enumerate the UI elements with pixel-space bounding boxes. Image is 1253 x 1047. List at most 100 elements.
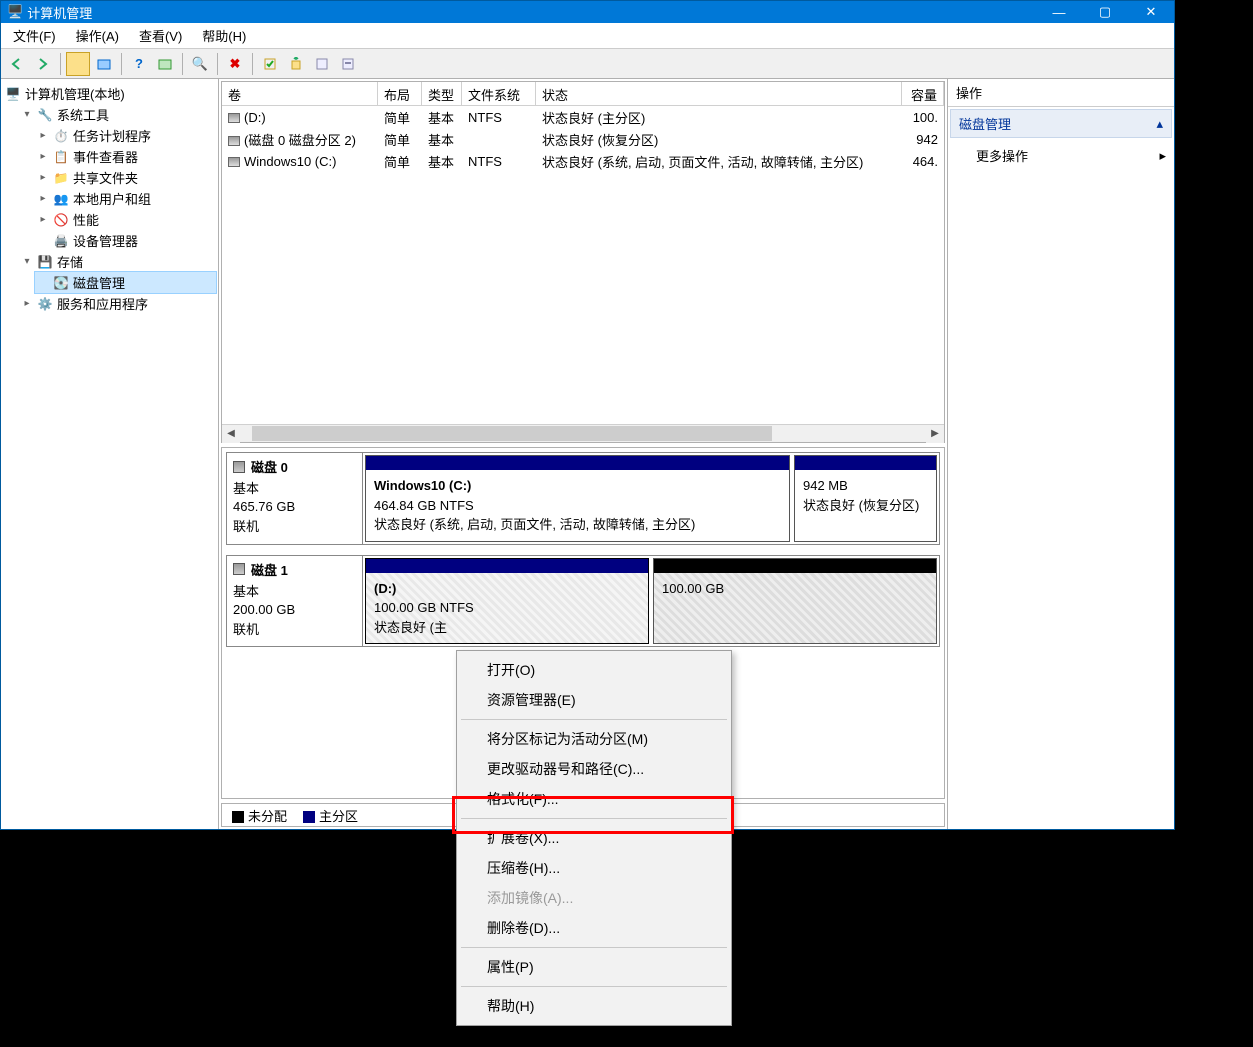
tb-icon-7[interactable] [310,52,334,76]
event-icon: 📋 [53,149,69,165]
chevron-right-icon[interactable]: ▸ [37,172,49,183]
forward-button[interactable] [31,52,55,76]
context-menu-item[interactable]: 扩展卷(X)... [459,823,729,853]
menu-help[interactable]: 帮助(H) [196,24,252,47]
h-scrollbar[interactable]: ◀ ▶ [222,424,944,442]
chevron-down-icon[interactable]: ▾ [21,109,33,120]
window-title: 计算机管理 [27,3,92,22]
context-menu-item[interactable]: 格式化(F)... [459,784,729,814]
col-layout[interactable]: 布局 [378,82,422,105]
actions-more[interactable]: 更多操作 ▸ [948,140,1174,171]
tb-icon-1[interactable] [66,52,90,76]
chevron-right-icon[interactable]: ▸ [37,214,49,225]
partition[interactable]: 942 MB状态良好 (恢复分区) [794,455,937,542]
disk-type: 基本 [233,478,354,497]
tree-event-viewer[interactable]: ▸📋事件查看器 [35,146,216,167]
partition[interactable]: Windows10 (C:)464.84 GB NTFS状态良好 (系统, 启动… [365,455,790,542]
volume-table[interactable]: 卷 布局 类型 文件系统 状态 容量 (D:)简单基本NTFS状态良好 (主分区… [221,81,945,443]
tb-icon-5[interactable] [258,52,282,76]
chevron-right-icon[interactable]: ▸ [21,298,33,309]
menu-view[interactable]: 查看(V) [133,24,188,47]
context-menu-item[interactable]: 更改驱动器号和路径(C)... [459,754,729,784]
context-menu-item[interactable]: 删除卷(D)... [459,913,729,943]
table-row[interactable]: (D:)简单基本NTFS状态良好 (主分区)100. [222,106,944,128]
disk-icon [233,563,245,575]
back-button[interactable] [5,52,29,76]
context-menu-item[interactable]: 打开(O) [459,655,729,685]
delete-icon[interactable]: ✖ [223,52,247,76]
perf-icon: 🚫 [53,212,69,228]
context-menu[interactable]: 打开(O)资源管理器(E) 将分区标记为活动分区(M)更改驱动器号和路径(C)..… [456,650,732,1026]
menubar: 文件(F) 操作(A) 查看(V) 帮助(H) [1,23,1174,49]
close-button[interactable]: ✕ [1128,1,1174,23]
help-icon[interactable]: ? [127,52,151,76]
col-volume[interactable]: 卷 [222,82,378,105]
col-capacity[interactable]: 容量 [902,82,944,105]
disk-state: 联机 [233,619,354,638]
context-menu-item: 添加镜像(A)... [459,883,729,913]
disk-size: 465.76 GB [233,499,354,514]
actions-section[interactable]: 磁盘管理 ▴ [950,109,1172,138]
tree-root[interactable]: 🖥️ 计算机管理(本地) [3,83,216,104]
chevron-down-icon[interactable]: ▾ [21,256,33,267]
chevron-right-icon: ▸ [1159,148,1166,164]
folder-icon: 📁 [53,170,69,186]
disk-title: 磁盘 1 [233,560,354,579]
scroll-thumb[interactable] [252,426,772,441]
scroll-right-icon[interactable]: ▶ [926,425,944,443]
partition[interactable]: 100.00 GB [653,558,937,645]
disk-row: 磁盘 0 基本 465.76 GB 联机 Windows10 (C:)464.84 GB… [226,452,940,545]
tb-icon-4[interactable]: 🔍 [188,52,212,76]
tree-performance[interactable]: ▸🚫性能 [35,209,216,230]
tree-disk-management[interactable]: 💽磁盘管理 [35,272,216,293]
tree-local-users[interactable]: ▸👥本地用户和组 [35,188,216,209]
tree-services[interactable]: ▸ ⚙️ 服务和应用程序 [19,293,216,314]
menu-file[interactable]: 文件(F) [7,24,62,47]
table-row[interactable]: Windows10 (C:)简单基本NTFS状态良好 (系统, 启动, 页面文件… [222,150,944,172]
app-icon: 🖥️ [7,4,23,20]
tb-icon-2[interactable] [92,52,116,76]
context-menu-item[interactable]: 属性(P) [459,952,729,982]
context-menu-item[interactable]: 将分区标记为活动分区(M) [459,724,729,754]
col-status[interactable]: 状态 [536,82,902,105]
nav-tree[interactable]: 🖥️ 计算机管理(本地) ▾ 🔧 系统工具 ▸⏱️任务计划程序 [1,79,219,829]
maximize-button[interactable]: ▢ [1082,1,1128,23]
tree-task-scheduler[interactable]: ▸⏱️任务计划程序 [35,125,216,146]
tree-shared-folders[interactable]: ▸📁共享文件夹 [35,167,216,188]
tree-storage[interactable]: ▾ 💾 存储 [19,251,216,272]
tb-icon-6[interactable] [284,52,308,76]
storage-icon: 💾 [37,254,53,270]
context-menu-item[interactable]: 帮助(H) [459,991,729,1021]
tools-icon: 🔧 [37,107,53,123]
computer-icon: 🖥️ [5,86,21,102]
chevron-right-icon[interactable]: ▸ [37,193,49,204]
tree-device-manager[interactable]: 🖨️设备管理器 [35,230,216,251]
tree-systools[interactable]: ▾ 🔧 系统工具 [19,104,216,125]
disk-row: 磁盘 1 基本 200.00 GB 联机 (D:)100.00 GB NTFS状态良好 … [226,555,940,648]
disk-title: 磁盘 0 [233,457,354,476]
scroll-left-icon[interactable]: ◀ [222,425,240,443]
chevron-right-icon[interactable]: ▸ [37,151,49,162]
tb-icon-8[interactable] [336,52,360,76]
titlebar: 🖥️ 计算机管理 — ▢ ✕ [1,1,1174,23]
minimize-button[interactable]: — [1036,1,1082,23]
legend-primary: 主分区 [303,806,358,825]
disk-type: 基本 [233,581,354,600]
menu-action[interactable]: 操作(A) [70,24,125,47]
disk-size: 200.00 GB [233,602,354,617]
disk-state: 联机 [233,516,354,535]
actions-header: 操作 [948,79,1174,107]
tb-icon-3[interactable] [153,52,177,76]
disk-icon [233,461,245,473]
context-menu-item[interactable]: 压缩卷(H)... [459,853,729,883]
context-menu-item[interactable]: 资源管理器(E) [459,685,729,715]
collapse-icon[interactable]: ▴ [1156,116,1163,132]
table-row[interactable]: (磁盘 0 磁盘分区 2)简单基本状态良好 (恢复分区)942 [222,128,944,150]
partition[interactable]: (D:)100.00 GB NTFS状态良好 (主 [365,558,649,645]
device-icon: 🖨️ [53,233,69,249]
col-type[interactable]: 类型 [422,82,462,105]
table-header: 卷 布局 类型 文件系统 状态 容量 [222,82,944,106]
chevron-right-icon[interactable]: ▸ [37,130,49,141]
col-fs[interactable]: 文件系统 [462,82,536,105]
actions-pane: 操作 磁盘管理 ▴ 更多操作 ▸ [948,79,1174,829]
